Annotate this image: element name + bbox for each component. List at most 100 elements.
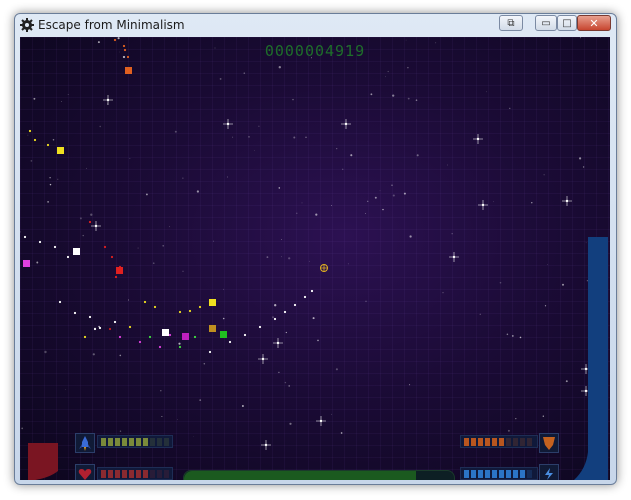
sparkle-core [94,224,98,228]
star [409,384,411,386]
star [274,304,277,307]
sparkle-core [226,122,230,126]
star [365,300,367,303]
star [336,147,338,150]
particle [114,275,118,279]
star [272,316,274,319]
star [266,256,269,258]
bar-segment [143,437,148,446]
game-window: Escape from Minimalism ⧉ ▭ □ ✕ 000000491… [14,13,617,485]
close-button[interactable]: ✕ [577,15,611,31]
star [392,194,395,197]
bar-segment [485,469,490,478]
star [119,430,122,432]
star [335,368,338,371]
sparkle-core [276,341,280,345]
score-counter: 0000004919 [264,42,366,60]
star [531,202,533,204]
star [169,226,170,228]
sparkle-core [481,203,485,207]
particle [158,345,162,349]
star [199,399,202,401]
extra-window-button[interactable]: ⧉ [499,15,523,31]
particle [33,138,37,142]
particle [138,340,142,344]
gear-icon [20,18,34,32]
particle [66,255,70,259]
bar-segment [129,437,134,446]
star [347,263,349,265]
star [493,201,494,203]
star [547,264,548,265]
left-gauge [28,443,58,480]
star [415,99,418,101]
star [543,174,545,176]
maximize-icon: □ [562,17,572,29]
star [442,292,444,294]
enemy-square [162,329,169,336]
star [308,260,310,262]
game-scene [20,37,592,450]
star [479,313,481,315]
star [292,98,294,101]
bar-segment [527,469,532,478]
star [174,130,177,133]
particle [83,335,87,339]
enemy-square [209,325,216,332]
particle [243,333,247,337]
particle [283,310,287,314]
star [82,234,84,237]
star [511,334,514,337]
enemy-square [220,331,227,338]
rocket-icon [79,436,91,451]
title-bar[interactable]: Escape from Minimalism ⧉ ▭ □ ✕ [15,14,616,37]
weapon-slot [539,433,559,453]
star [507,429,510,432]
star [409,235,412,238]
bar-segment [527,437,532,446]
bar-segment [492,469,497,478]
particle [88,220,92,224]
center-progress-fill [184,471,417,480]
star [47,200,50,203]
star [506,333,509,336]
star [196,190,200,193]
star [350,154,353,157]
star [223,288,224,290]
bar-segment [164,469,169,478]
minimize-button[interactable]: ▭ [535,15,557,31]
star [49,183,52,186]
star [57,178,59,180]
bar-segment [464,437,469,446]
bar-segment [164,437,169,446]
particle [148,335,152,339]
energy-slot [539,464,559,480]
star [405,39,407,41]
star [542,415,544,417]
particle [88,315,92,319]
sparkle-core [452,255,456,259]
bar-segment [157,469,162,478]
star [30,160,33,162]
star [232,136,234,138]
maximize-button[interactable]: □ [557,15,577,31]
bar-segment [499,437,504,446]
enemy-square [73,248,80,255]
particle [103,245,107,249]
star [177,419,178,420]
star [285,331,287,334]
particle [93,327,97,331]
star [258,125,260,127]
star [365,213,366,214]
health-slot [75,464,95,480]
star [137,247,139,249]
bar-segment [129,469,134,478]
star [582,166,585,168]
bar-segment [506,469,511,478]
bar-segment [478,469,483,478]
game-canvas[interactable]: 0000004919 [20,37,610,480]
star [382,208,384,211]
particle [178,310,182,314]
star [391,184,393,186]
star [243,72,246,74]
